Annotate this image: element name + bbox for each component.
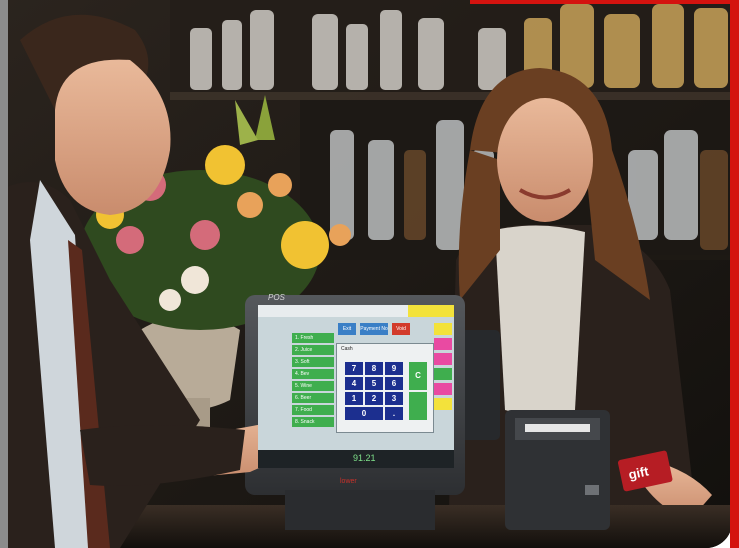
keypad-key[interactable]: 8 [365, 362, 383, 375]
keypad-key[interactable]: 6 [385, 377, 403, 390]
total-readout: 91.21 [353, 453, 376, 463]
pos-screen: Exit Payment No Void 1. Fresh 2. Juice 3… [258, 305, 454, 468]
card-reader [460, 330, 500, 440]
bar-pos-photo: gift Exit Payment No Void 1. Fresh 2. Ju… [0, 0, 732, 548]
menu-item[interactable]: 5. Wine [292, 381, 334, 391]
menu-item[interactable]: 4. Bev [292, 369, 334, 379]
color-key[interactable] [434, 338, 452, 350]
dialog-title: Cash [341, 346, 353, 352]
receipt-printer [505, 410, 610, 530]
screen-header-buttons: Exit Payment No Void [338, 323, 410, 335]
menu-item[interactable]: 8. Snack [292, 417, 334, 427]
color-key[interactable] [434, 368, 452, 380]
red-frame-right [730, 0, 739, 548]
keypad-key[interactable]: 9 [385, 362, 403, 375]
keypad-key[interactable]: . [385, 407, 403, 420]
keypad-key[interactable]: 7 [345, 362, 363, 375]
monitor-badge: lower [340, 478, 357, 485]
payment-dialog: Cash 7 8 9 4 5 6 1 2 3 0 . C [336, 343, 434, 433]
keypad-key[interactable]: 2 [365, 392, 383, 405]
color-key[interactable] [434, 323, 452, 335]
menu-list: 1. Fresh 2. Juice 3. Soft 4. Bev 5. Wine… [292, 333, 334, 427]
menu-item[interactable]: 2. Juice [292, 345, 334, 355]
exit-button[interactable]: Exit [338, 323, 356, 335]
monitor-brand-logo: POS [268, 293, 285, 302]
keypad-key[interactable]: 0 [345, 407, 383, 420]
color-key[interactable] [434, 353, 452, 365]
screen-footer: 91.21 [258, 450, 454, 468]
numeric-keypad: 7 8 9 4 5 6 1 2 3 0 . [345, 362, 405, 420]
enter-button[interactable] [409, 392, 427, 420]
menu-item[interactable]: 7. Food [292, 405, 334, 415]
red-frame-top [470, 0, 739, 4]
right-color-keys [434, 323, 452, 410]
menu-item[interactable]: 3. Soft [292, 357, 334, 367]
left-edge-strip [0, 0, 8, 548]
payment-button[interactable]: Payment No [360, 323, 388, 335]
keypad-key[interactable]: 3 [385, 392, 403, 405]
color-key[interactable] [434, 398, 452, 410]
keypad-key[interactable]: 1 [345, 392, 363, 405]
keypad-key[interactable]: 4 [345, 377, 363, 390]
keypad-key[interactable]: 5 [365, 377, 383, 390]
color-tab-strip [408, 305, 454, 317]
menu-item[interactable]: 6. Beer [292, 393, 334, 403]
photo-frame: gift Exit Payment No Void 1. Fresh 2. Ju… [0, 0, 739, 548]
keypad-clear-button[interactable]: C [409, 362, 427, 390]
color-key[interactable] [434, 383, 452, 395]
void-button[interactable]: Void [392, 323, 410, 335]
menu-item[interactable]: 1. Fresh [292, 333, 334, 343]
